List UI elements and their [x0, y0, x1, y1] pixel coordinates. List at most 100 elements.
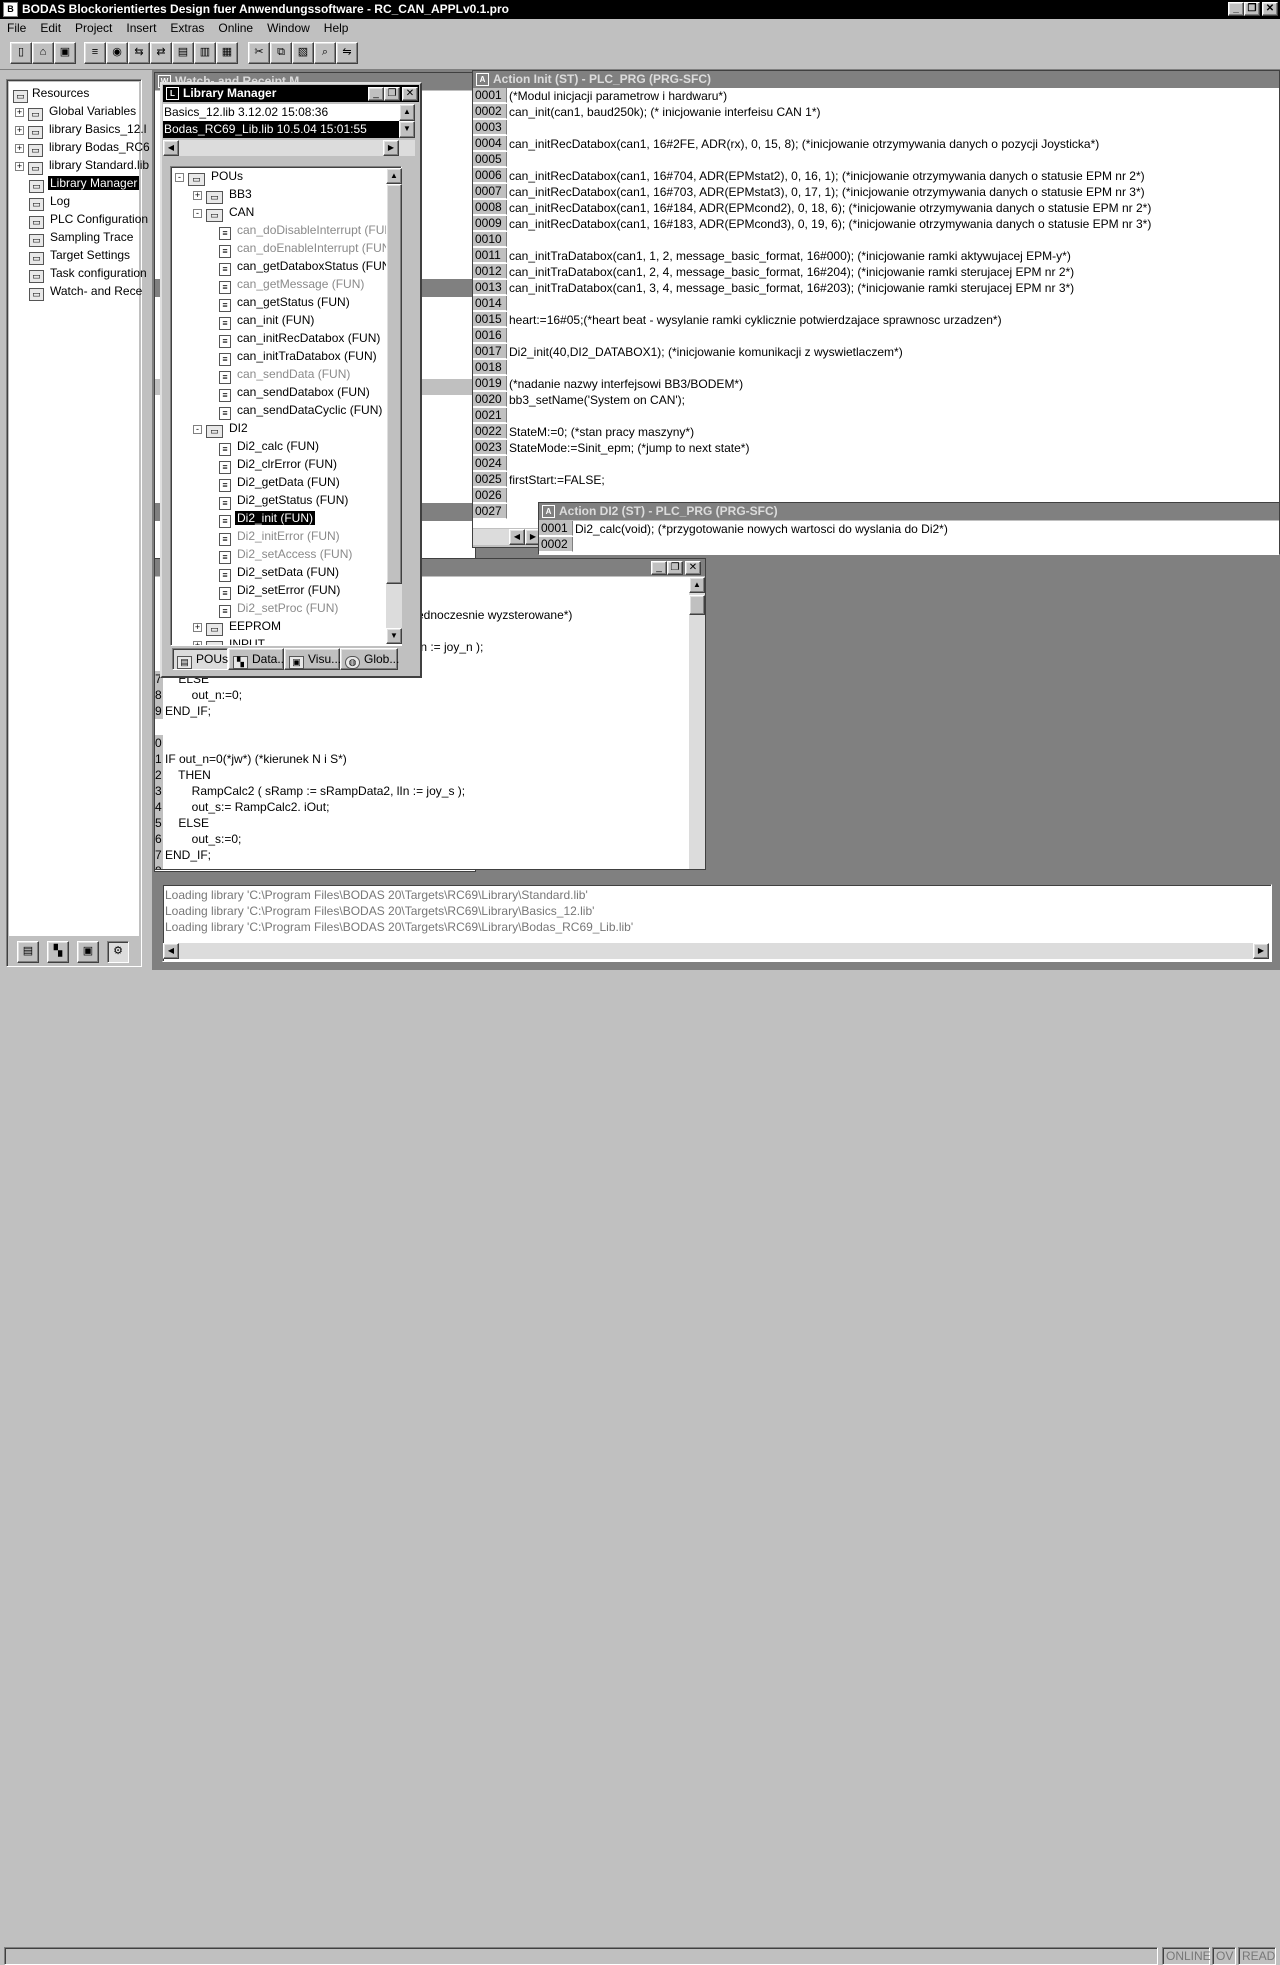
- library-manager-window[interactable]: L Library Manager _ ❐ ✕ Basics_12.lib 3.1…: [160, 82, 422, 678]
- action-init-window[interactable]: A Action Init (ST) - PLC_PRG (PRG-SFC) 00…: [472, 70, 1280, 548]
- resource-item[interactable]: ▭ Target Settings: [29, 246, 132, 265]
- code-line[interactable]: can_init(can1, baud250k); (* inicjowanie…: [509, 104, 821, 120]
- code-line[interactable]: (*Modul inicjacji parametrow i hardwaru*…: [509, 88, 727, 104]
- library-pou[interactable]: ≡ Di2_setAccess (FUN): [219, 545, 354, 564]
- scroll-up-icon[interactable]: ▲: [399, 104, 415, 121]
- scroll-up-icon[interactable]: ▲: [386, 168, 402, 184]
- library-pou[interactable]: ≡ Di2_initError (FUN): [219, 527, 342, 546]
- code-line[interactable]: out_s:= RampCalc2. iOut;: [165, 799, 330, 815]
- resource-item[interactable]: ▭ PLC Configuration: [29, 210, 150, 229]
- expand-icon[interactable]: +: [193, 641, 202, 645]
- minimize-icon[interactable]: _: [651, 561, 667, 575]
- close-icon[interactable]: ✕: [685, 561, 701, 575]
- library-folder[interactable]: + ▭ EEPROM: [193, 617, 283, 636]
- tab-visualizations[interactable]: ▣ Visu...: [284, 648, 341, 670]
- resource-item[interactable]: + ▭ library Bodas_RC6: [15, 138, 152, 157]
- library-pou[interactable]: ≡ can_sendData (FUN): [219, 365, 352, 384]
- library-list[interactable]: Basics_12.lib 3.12.02 15:08:36 Bodas_RC6…: [163, 104, 399, 138]
- menu-window[interactable]: Window: [260, 19, 317, 38]
- tab-pous[interactable]: ▤ POUs: [172, 648, 228, 670]
- action-di2-window[interactable]: A Action DI2 (ST) - PLC_PRG (PRG-SFC) 000…: [538, 502, 1280, 555]
- library-folder[interactable]: - ▭ DI2: [193, 419, 250, 438]
- resources-tab-icon[interactable]: ⚙: [107, 941, 129, 963]
- library-pou[interactable]: ≡ Di2_getData (FUN): [219, 473, 342, 492]
- paste-icon[interactable]: ▧: [292, 42, 314, 64]
- code-line[interactable]: can_initTraDatabox(can1, 3, 4, message_b…: [509, 280, 1074, 296]
- code-line[interactable]: Di2_init(40,DI2_DATABOX1); (*inicjowanie…: [509, 344, 903, 360]
- library-folder[interactable]: + ▭ INPUT: [193, 635, 267, 645]
- visualizations-tab-icon[interactable]: ▣: [77, 941, 99, 963]
- code-line[interactable]: can_initTraDatabox(can1, 2, 4, message_b…: [509, 264, 1074, 280]
- code-line[interactable]: StateMode:=Sinit_epm; (*jump to next sta…: [509, 440, 749, 456]
- menu-project[interactable]: Project: [68, 19, 119, 38]
- code-line[interactable]: Di2_calc(void); (*przygotowanie nowych w…: [575, 521, 948, 537]
- datatypes-tab-icon[interactable]: ▚: [47, 941, 69, 963]
- tab-datatypes[interactable]: ▚ Data...: [228, 648, 287, 670]
- library-pou[interactable]: ≡ Di2_clrError (FUN): [219, 455, 339, 474]
- copy-icon[interactable]: ⧉: [270, 42, 292, 64]
- minimize-icon[interactable]: _: [368, 87, 384, 101]
- resource-item[interactable]: + ▭ Global Variables: [15, 102, 138, 121]
- code-line[interactable]: THEN: [165, 767, 211, 783]
- scroll-left-icon[interactable]: ◀: [509, 529, 525, 545]
- library-pou[interactable]: ≡ can_getMessage (FUN): [219, 275, 366, 294]
- code-line[interactable]: can_initRecDatabox(can1, 16#704, ADR(EPM…: [509, 168, 1145, 184]
- scroll-down-icon[interactable]: ▼: [386, 628, 402, 644]
- library-pou[interactable]: ≡ Di2_init (FUN): [219, 509, 316, 528]
- code-line[interactable]: firstStart:=FALSE;: [509, 472, 605, 488]
- code-line[interactable]: RampCalc2 ( sRamp := sRampData2, lIn := …: [165, 783, 465, 799]
- run-icon[interactable]: ▤: [172, 42, 194, 64]
- library-pou[interactable]: ≡ Di2_setProc (FUN): [219, 599, 340, 618]
- resource-item[interactable]: + ▭ library Basics_12.l: [15, 120, 148, 139]
- menu-edit[interactable]: Edit: [33, 19, 68, 38]
- library-pou[interactable]: ≡ Di2_setError (FUN): [219, 581, 342, 600]
- code-line[interactable]: can_initTraDatabox(can1, 1, 2, message_b…: [509, 248, 1071, 264]
- resource-item[interactable]: ▭ Sampling Trace: [29, 228, 135, 247]
- code-line[interactable]: can_initRecDatabox(can1, 16#184, ADR(EPM…: [509, 200, 1151, 216]
- expand-icon[interactable]: +: [15, 108, 24, 117]
- pous-tab-icon[interactable]: ▤: [17, 941, 39, 963]
- vertical-scrollbar[interactable]: ▲: [689, 577, 705, 869]
- code-line[interactable]: can_initRecDatabox(can1, 16#703, ADR(EPM…: [509, 184, 1145, 200]
- menu-help[interactable]: Help: [317, 19, 356, 38]
- code-line[interactable]: out_s:=0;: [165, 831, 242, 847]
- code-line[interactable]: (*nadanie nazwy interfejsowi BB3/BODEM*): [509, 376, 743, 392]
- collapse-icon[interactable]: -: [193, 425, 202, 434]
- tree-root-resources[interactable]: ▭ Resources: [13, 84, 89, 103]
- code-line[interactable]: StateM:=0; (*stan pracy maszyny*): [509, 424, 694, 440]
- scroll-thumb[interactable]: [386, 184, 402, 584]
- resource-item[interactable]: ▭ Log: [29, 192, 72, 211]
- library-pou-tree[interactable]: - ▭ POUs + ▭ BB3- ▭ CAN ≡ can_doDisableInterrupt …: [170, 166, 402, 646]
- scroll-left-icon[interactable]: ◀: [163, 943, 179, 959]
- resource-item[interactable]: ▭ Task configuration: [29, 264, 149, 283]
- library-pou[interactable]: ≡ can_sendDatabox (FUN): [219, 383, 372, 402]
- cut-icon[interactable]: ✂: [248, 42, 270, 64]
- scroll-right-icon[interactable]: ▶: [1253, 943, 1269, 959]
- library-list-hscrollbar[interactable]: ◀ ▶: [163, 140, 415, 156]
- library-pou[interactable]: ≡ can_getStatus (FUN): [219, 293, 352, 312]
- library-pou[interactable]: ≡ can_initRecDatabox (FUN): [219, 329, 382, 348]
- library-pou[interactable]: ≡ can_doEnableInterrupt (FUN): [219, 239, 396, 258]
- library-pou[interactable]: ≡ Di2_calc (FUN): [219, 437, 321, 456]
- code-line[interactable]: ELSE: [165, 815, 209, 831]
- expand-icon[interactable]: +: [15, 144, 24, 153]
- restore-icon[interactable]: ❐: [1244, 2, 1260, 16]
- code-line[interactable]: heart:=16#05;(*heart beat - wysylanie ra…: [509, 312, 1002, 328]
- menu-file[interactable]: File: [0, 19, 33, 38]
- scroll-right-icon[interactable]: ▶: [383, 140, 399, 156]
- expand-icon[interactable]: +: [193, 623, 202, 632]
- library-pou[interactable]: ≡ Di2_getStatus (FUN): [219, 491, 350, 510]
- app-title-bar[interactable]: B BODAS Blockorientiertes Design fuer An…: [0, 0, 1280, 19]
- breakpoint-icon[interactable]: ▦: [216, 42, 238, 64]
- code-line[interactable]: can_initRecDatabox(can1, 16#2FE, ADR(rx)…: [509, 136, 1099, 152]
- build-icon[interactable]: ≡: [84, 42, 106, 64]
- library-folder[interactable]: - ▭ CAN: [193, 203, 256, 222]
- code-line[interactable]: out_n:=0;: [165, 687, 242, 703]
- code-line[interactable]: can_initRecDatabox(can1, 16#183, ADR(EPM…: [509, 216, 1151, 232]
- close-icon[interactable]: ✕: [1262, 2, 1278, 16]
- step-icon[interactable]: ▥: [194, 42, 216, 64]
- open-icon[interactable]: ⌂: [32, 42, 54, 64]
- code-line[interactable]: bb3_setName('System on CAN');: [509, 392, 685, 408]
- library-folder[interactable]: + ▭ BB3: [193, 185, 254, 204]
- library-pou[interactable]: ≡ Di2_setData (FUN): [219, 563, 341, 582]
